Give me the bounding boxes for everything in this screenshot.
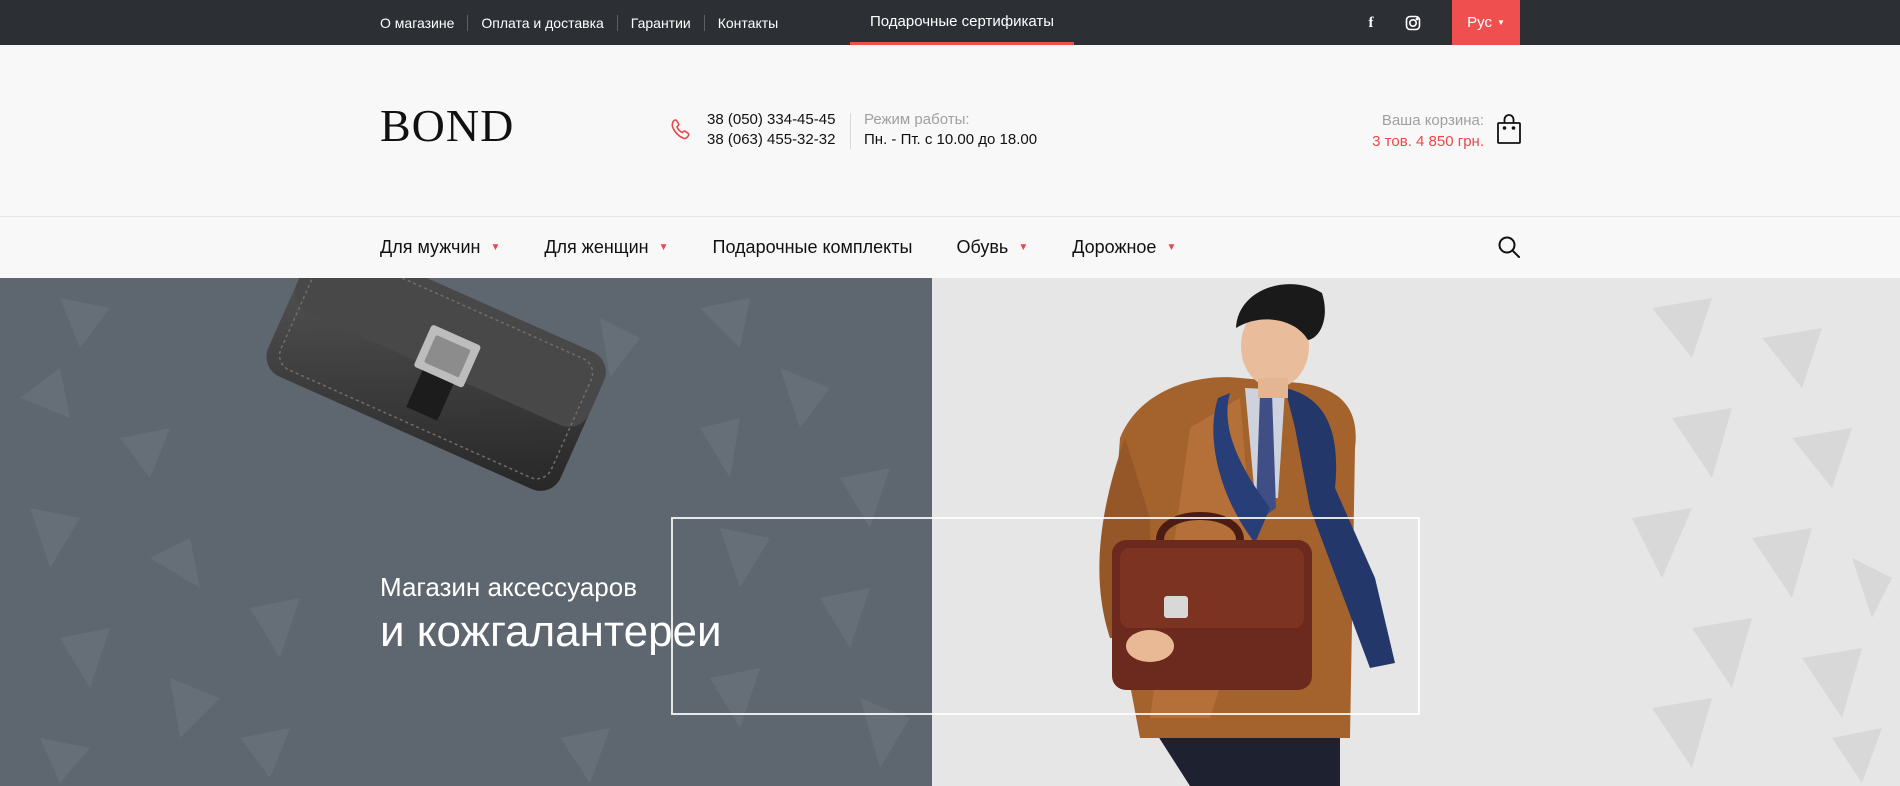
caret-down-icon: ▼ <box>658 242 669 253</box>
nav-item-label: Дорожное <box>1072 237 1157 257</box>
chevron-down-icon: ▼ <box>1496 18 1505 27</box>
gift-certificates-link[interactable]: Подарочные сертификаты <box>850 0 1074 45</box>
main-nav-list: Для мужчин ▼ Для женщин ▼ Подарочные ком… <box>380 217 1220 278</box>
language-label: Рус <box>1467 14 1492 31</box>
divider <box>850 113 851 149</box>
phone-number[interactable]: 38 (063) 455-32-32 <box>707 130 835 150</box>
top-bar: О магазине Оплата и доставка Гарантии Ко… <box>0 0 1900 45</box>
language-selector[interactable]: Рус ▼ <box>1452 0 1520 45</box>
divider <box>616 14 618 31</box>
hours-value: Пн. - Пт. с 10.00 до 18.00 <box>864 131 1038 148</box>
briefcase-image <box>266 278 606 491</box>
cart-label: Ваша корзина: <box>1381 112 1484 129</box>
top-nav: О магазине Оплата и доставка Гарантии Ко… <box>380 0 778 45</box>
nav-item-label: Обувь <box>956 237 1009 257</box>
phone-number[interactable]: 38 (050) 334-45-45 <box>707 110 835 130</box>
nav-item-men[interactable]: Для мужчин ▼ <box>380 237 500 258</box>
hero-title: и кожгалантереи <box>380 607 722 656</box>
site-header: BOND 38 (050) 334-45-45 38 (063) 455-32-… <box>0 45 1900 217</box>
phone-numbers: 38 (050) 334-45-45 38 (063) 455-32-32 <box>707 110 835 150</box>
caret-down-icon: ▼ <box>1018 242 1029 253</box>
shopping-bag-icon[interactable] <box>1496 113 1522 145</box>
nav-item-gift-sets[interactable]: Подарочные комплекты <box>713 237 913 258</box>
main-nav: Для мужчин ▼ Для женщин ▼ Подарочные ком… <box>0 217 1900 278</box>
nav-item-label: Подарочные комплекты <box>712 237 913 257</box>
top-link-payment-delivery[interactable]: Оплата и доставка <box>481 15 603 31</box>
cart-summary[interactable]: Ваша корзина: 3 тов. 4 850 грн. <box>1372 110 1484 152</box>
search-icon[interactable] <box>1497 235 1521 259</box>
nav-item-shoes[interactable]: Обувь ▼ <box>956 237 1028 258</box>
top-link-about[interactable]: О магазине <box>380 15 454 31</box>
nav-item-label: Для женщин <box>544 237 649 257</box>
brand-logo[interactable]: BOND <box>380 103 514 149</box>
hero-text: Магазин аксессуаров и кожгалантереи <box>380 570 722 658</box>
cart-total[interactable]: 3 тов. 4 850 грн. <box>1372 131 1484 152</box>
hero-subtitle: Магазин аксессуаров <box>380 572 638 602</box>
divider <box>467 14 469 31</box>
facebook-icon[interactable]: f <box>1361 13 1381 33</box>
caret-down-icon: ▼ <box>490 242 501 253</box>
caret-down-icon: ▼ <box>1166 242 1177 253</box>
nav-item-label: Для мужчин <box>380 237 481 257</box>
working-hours: Режим работы: Пн. - Пт. с 10.00 до 18.00 <box>864 110 1037 150</box>
nav-item-travel[interactable]: Дорожное ▼ <box>1072 237 1176 258</box>
phone-icon <box>671 119 690 140</box>
model-image <box>1099 284 1395 786</box>
hours-label: Режим работы: <box>864 111 970 128</box>
divider <box>703 14 705 31</box>
hero-banner[interactable]: Магазин аксессуаров и кожгалантереи <box>0 278 1900 786</box>
top-link-guarantees[interactable]: Гарантии <box>631 15 691 31</box>
instagram-icon[interactable] <box>1403 13 1423 33</box>
top-link-contacts[interactable]: Контакты <box>718 15 778 31</box>
nav-item-women[interactable]: Для женщин ▼ <box>544 237 668 258</box>
